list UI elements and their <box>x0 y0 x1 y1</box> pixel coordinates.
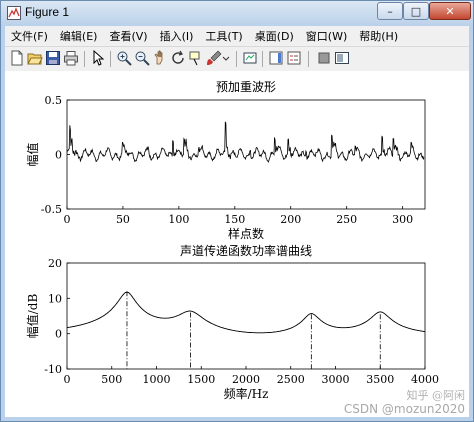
watermark-logo: 知乎 @阿闲 <box>407 388 466 402</box>
y-tick-label: 20 <box>48 257 62 270</box>
new-figure-icon[interactable] <box>9 50 25 66</box>
x-tick-label: 0 <box>64 213 71 226</box>
x-tick-label: 4000 <box>411 373 439 386</box>
toolbar-separator <box>262 51 263 67</box>
y-axis-label: 幅值 <box>25 142 40 166</box>
zoom-out-icon[interactable] <box>134 50 150 66</box>
chart-title: 预加重波形 <box>216 80 276 94</box>
close-icon: ✕ <box>445 4 455 18</box>
data-cursor-icon[interactable] <box>188 50 204 66</box>
y-tick-label: -10 <box>44 363 62 376</box>
pointer-icon[interactable] <box>90 50 106 66</box>
x-tick-label: 0 <box>64 373 71 386</box>
window-title: Figure 1 <box>25 5 70 19</box>
pan-icon[interactable] <box>152 50 168 66</box>
y-axis-label: 幅值/dB <box>25 294 40 339</box>
chart-title: 声道传递函数功率谱曲线 <box>180 243 312 258</box>
menu-help[interactable]: 帮助(H) <box>353 28 404 44</box>
x-tick-label: 1500 <box>187 373 215 386</box>
menu-view[interactable]: 查看(V) <box>103 28 153 44</box>
open-file-icon[interactable] <box>27 50 43 66</box>
x-tick-label: 200 <box>280 213 301 226</box>
figure-window: Figure 1 – □ ✕ 文件(F) 编辑(E) 查看(V) 插入(I) 工… <box>0 0 474 422</box>
show-plot-tools-icon[interactable] <box>334 50 350 66</box>
x-tick-label: 2500 <box>277 373 305 386</box>
x-tick-label: 100 <box>168 213 189 226</box>
axes-box-spectrum <box>66 262 426 370</box>
y-tick-label: 0 <box>55 149 62 162</box>
x-tick-label: 500 <box>101 373 122 386</box>
menu-file[interactable]: 文件(F) <box>5 28 54 44</box>
toolbar-separator <box>84 51 85 67</box>
print-icon[interactable] <box>63 50 79 66</box>
figure-canvas: 0 50 100 150 200 250 300 -0.5 0 0.5 预加重波形 样点数 幅值 0 500… <box>5 71 469 417</box>
zoom-in-icon[interactable] <box>116 50 132 66</box>
chevron-down-icon[interactable] <box>222 50 230 66</box>
x-axis-label: 频率/Hz <box>224 386 269 401</box>
menu-edit[interactable]: 编辑(E) <box>54 28 104 44</box>
title-bar[interactable]: Figure 1 – □ ✕ <box>1 1 473 25</box>
menu-insert[interactable]: 插入(I) <box>154 28 200 44</box>
close-button[interactable]: ✕ <box>429 2 471 20</box>
colorbar-icon[interactable] <box>268 50 284 66</box>
x-tick-label: 50 <box>116 213 130 226</box>
hide-plot-tools-icon[interactable] <box>316 50 332 66</box>
maximize-button[interactable]: □ <box>403 2 429 20</box>
y-tick-label: -0.5 <box>41 203 62 216</box>
x-axis-label: 样点数 <box>228 226 264 241</box>
minimize-icon: – <box>387 4 393 18</box>
toolbar-separator <box>236 51 237 67</box>
menu-desktop[interactable]: 桌面(D) <box>249 28 300 44</box>
minimize-button[interactable]: – <box>377 2 403 20</box>
x-tick-label: 2000 <box>232 373 260 386</box>
save-icon[interactable] <box>45 50 61 66</box>
watermark: CSDN @mozun2020 <box>344 402 465 416</box>
brush-icon[interactable] <box>206 50 222 66</box>
link-plot-icon[interactable] <box>242 50 258 66</box>
x-tick-label: 300 <box>392 213 413 226</box>
plot-area: 0 50 100 150 200 250 300-0.500.5预加重波形样点数幅值0 500… <box>25 80 466 416</box>
matlab-figure-icon <box>7 6 21 20</box>
rotate-3d-icon[interactable] <box>170 50 186 66</box>
y-tick-label: 0.5 <box>45 94 63 107</box>
x-tick-label: 3500 <box>366 373 394 386</box>
y-tick-label: 10 <box>48 292 62 305</box>
toolbar-separator <box>308 51 309 67</box>
x-tick-label: 150 <box>224 213 245 226</box>
x-tick-label: 1000 <box>143 373 171 386</box>
x-tick-label: 250 <box>336 213 357 226</box>
figure-toolbar <box>5 46 469 72</box>
menu-bar: 文件(F) 编辑(E) 查看(V) 插入(I) 工具(T) 桌面(D) 窗口(W… <box>5 26 469 46</box>
legend-icon[interactable] <box>286 50 302 66</box>
maximize-icon: □ <box>410 4 422 18</box>
y-tick-label: 0 <box>55 328 62 341</box>
toolbar-separator <box>110 51 111 67</box>
menu-tools[interactable]: 工具(T) <box>199 28 248 44</box>
menu-window[interactable]: 窗口(W) <box>300 28 353 44</box>
x-tick-label: 3000 <box>322 373 350 386</box>
